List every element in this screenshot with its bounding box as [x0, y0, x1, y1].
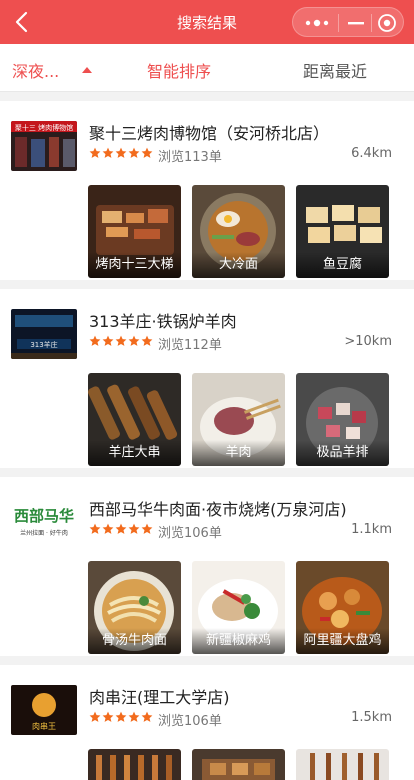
dish-name: 骨汤牛肉面 [88, 628, 181, 654]
store-thumbnail: 313羊庄 [11, 309, 77, 359]
store-thumb-text: 西部马华 [14, 507, 74, 525]
close-target-icon[interactable] [377, 13, 397, 33]
star-icon [89, 523, 101, 534]
distance: >10km [344, 334, 392, 349]
dish-photo[interactable]: 新疆椒麻鸡 [192, 561, 285, 654]
dish-photo[interactable]: 烤肉十三大梯 [88, 185, 181, 278]
more-dots-icon[interactable] [303, 17, 331, 29]
rating-stars [89, 711, 153, 725]
star-icon [115, 523, 127, 534]
dish-photo[interactable] [88, 749, 181, 780]
star-icon [115, 711, 127, 722]
star-icon [102, 523, 114, 534]
dish-photo[interactable] [192, 749, 285, 780]
rating-stars [89, 523, 153, 537]
dish-photo[interactable]: 阿里疆大盘鸡 [296, 561, 389, 654]
caret-up-icon[interactable] [82, 67, 92, 73]
distance: 1.5km [351, 710, 392, 725]
distance: 1.1km [351, 522, 392, 537]
store-thumb-text: 聚十三 烤肉博物馆 [15, 123, 73, 132]
star-icon [115, 147, 127, 158]
filter-sort[interactable]: 智能排序 [147, 58, 211, 82]
dish-name: 羊肉 [192, 440, 285, 466]
rating-stars [89, 335, 153, 349]
dish-photo[interactable] [296, 749, 389, 780]
store-name[interactable]: 313羊庄·铁锅炉羊肉 [89, 308, 237, 332]
store-name[interactable]: 聚十三烤肉博物馆（安河桥北店） [89, 120, 329, 144]
store-card[interactable]: 313羊庄 313羊庄·铁锅炉羊肉 浏览112单 >10km 羊庄大串 羊肉 极… [0, 289, 414, 468]
view-count: 浏览106单 [158, 714, 222, 729]
dish-name: 大冷面 [192, 252, 285, 278]
capsule-divider [338, 14, 339, 32]
star-icon [128, 711, 140, 722]
dish-name: 极品羊排 [296, 440, 389, 466]
dish-name: 新疆椒麻鸡 [192, 628, 285, 654]
store-thumb-text: 313羊庄 [30, 340, 57, 349]
store-name[interactable]: 西部马华牛肉面·夜市烧烤(万泉河店) [89, 496, 347, 520]
star-icon [141, 711, 153, 722]
star-icon [115, 335, 127, 346]
dish-photo[interactable]: 鱼豆腐 [296, 185, 389, 278]
nav-bar: 搜索结果 [0, 0, 414, 44]
distance: 6.4km [351, 146, 392, 161]
store-thumbnail: 西部马华 兰州拉面 · 好牛肉 [11, 497, 77, 547]
star-icon [89, 711, 101, 722]
store-thumbnail: 肉串王 [11, 685, 77, 735]
dish-name: 鱼豆腐 [296, 252, 389, 278]
star-icon [102, 147, 114, 158]
star-icon [102, 711, 114, 722]
dish-photo[interactable]: 骨汤牛肉面 [88, 561, 181, 654]
star-icon [128, 147, 140, 158]
filter-area[interactable]: 深夜... [12, 58, 59, 82]
filter-distance[interactable]: 距离最近 [303, 58, 367, 82]
filter-bar: 深夜... 智能排序 距离最近 [0, 44, 414, 92]
store-name[interactable]: 肉串汪(理工大学店) [89, 684, 230, 708]
star-icon [141, 335, 153, 346]
dish-name: 羊庄大串 [88, 440, 181, 466]
star-icon [102, 335, 114, 346]
star-icon [128, 523, 140, 534]
star-icon [128, 335, 140, 346]
dish-photo[interactable]: 羊庄大串 [88, 373, 181, 466]
star-icon [89, 335, 101, 346]
capsule-divider [371, 14, 372, 32]
dish-name: 烤肉十三大梯 [88, 252, 181, 278]
store-card[interactable]: 西部马华 兰州拉面 · 好牛肉 西部马华牛肉面·夜市烧烤(万泉河店) 浏览106… [0, 477, 414, 656]
store-thumbnail: 聚十三 烤肉博物馆 [11, 121, 77, 171]
star-icon [141, 147, 153, 158]
dish-photo[interactable]: 大冷面 [192, 185, 285, 278]
store-thumb-subtext: 兰州拉面 · 好牛肉 [20, 529, 68, 537]
store-card[interactable]: 肉串王 肉串汪(理工大学店) 浏览106单 1.5km [0, 665, 414, 780]
dish-photo[interactable]: 极品羊排 [296, 373, 389, 466]
store-card[interactable]: 聚十三 烤肉博物馆 聚十三烤肉博物馆（安河桥北店） 浏览113单 6.4km 烤… [0, 101, 414, 280]
dish-photo[interactable]: 羊肉 [192, 373, 285, 466]
dish-name: 阿里疆大盘鸡 [296, 628, 389, 654]
minimize-icon[interactable] [345, 17, 367, 29]
star-icon [141, 523, 153, 534]
store-thumb-text: 肉串王 [32, 721, 56, 731]
rating-stars [89, 147, 153, 161]
view-count: 浏览113单 [158, 150, 222, 165]
view-count: 浏览112单 [158, 338, 222, 353]
view-count: 浏览106单 [158, 526, 222, 541]
star-icon [89, 147, 101, 158]
mini-program-capsule [292, 7, 404, 37]
